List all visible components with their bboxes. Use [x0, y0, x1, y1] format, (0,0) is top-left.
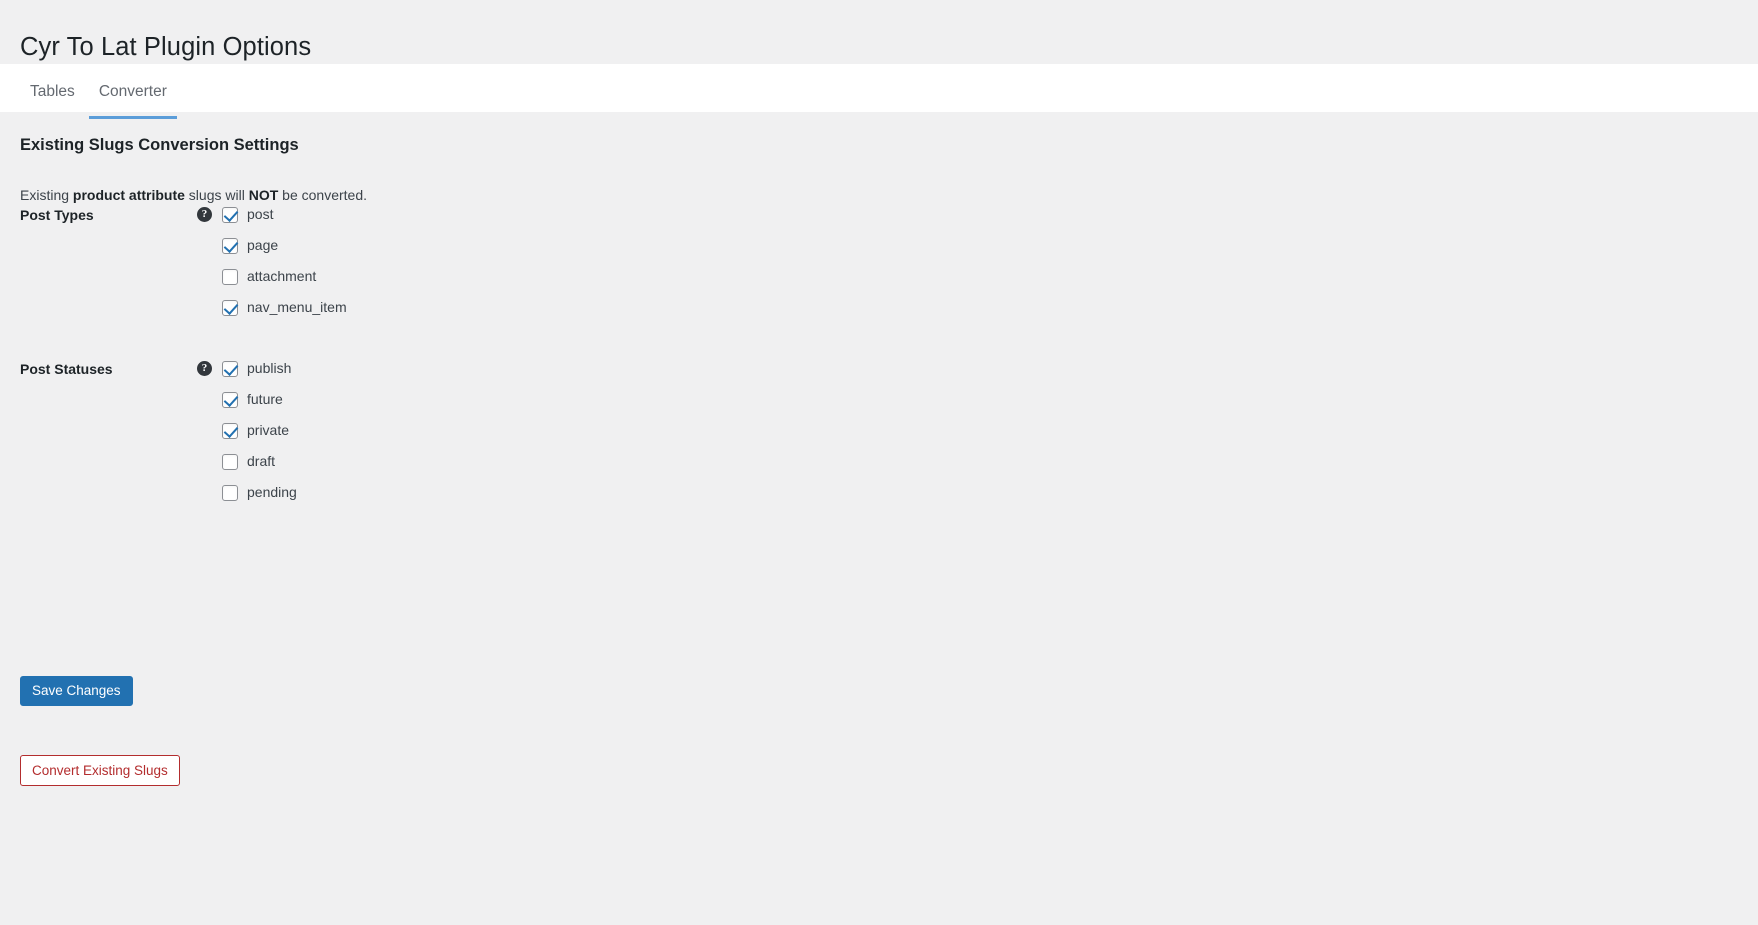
checkbox-attachment[interactable]: attachment	[222, 266, 347, 287]
checkbox-box-nav-menu-item[interactable]	[222, 299, 238, 316]
checkbox-box-post[interactable]	[222, 206, 238, 223]
field-group-post-types: ? post page attachment nav_menu_item	[197, 204, 347, 318]
save-changes-button[interactable]: Save Changes	[20, 676, 133, 706]
help-circle-icon-post-types[interactable]: ?	[197, 207, 212, 222]
checkbox-publish[interactable]: publish	[222, 358, 297, 379]
checkbox-box-private[interactable]	[222, 422, 238, 439]
checkbox-box-publish[interactable]	[222, 360, 238, 377]
checkbox-nav-menu-item[interactable]: nav_menu_item	[222, 297, 347, 318]
checkbox-private[interactable]: private	[222, 420, 297, 441]
checkbox-box-pending[interactable]	[222, 484, 238, 501]
tab-tables-label: Tables	[30, 83, 75, 100]
label-post-types: Post Types	[20, 207, 94, 223]
page-title: Cyr To Lat Plugin Options	[20, 33, 312, 62]
plugin-options-page: Cyr To Lat Plugin Options Tables Convert…	[0, 0, 1758, 925]
checkbox-label-post: post	[247, 206, 274, 223]
desc-part-3: be converted.	[278, 187, 368, 203]
field-group-post-statuses: ? publish future private draft pending	[197, 358, 297, 503]
checkbox-pending[interactable]: pending	[222, 482, 297, 503]
checkbox-page[interactable]: page	[222, 235, 347, 256]
checkbox-draft[interactable]: draft	[222, 451, 297, 472]
section-heading: Existing Slugs Conversion Settings	[20, 136, 299, 154]
checkbox-label-pending: pending	[247, 484, 297, 501]
label-post-statuses: Post Statuses	[20, 361, 113, 377]
checkbox-label-nav-menu-item: nav_menu_item	[247, 299, 347, 316]
checkbox-label-draft: draft	[247, 453, 276, 470]
checkbox-label-private: private	[247, 422, 290, 439]
checkbox-post[interactable]: post	[222, 204, 347, 225]
tab-converter-label: Converter	[98, 83, 167, 100]
checkbox-box-draft[interactable]	[222, 453, 238, 470]
tab-bar: Tables Converter	[0, 64, 1758, 119]
checkbox-label-attachment: attachment	[247, 268, 317, 285]
section-description: Existing product attribute slugs will NO…	[20, 186, 367, 206]
tab-converter[interactable]: Converter	[87, 64, 179, 119]
desc-bold-product-attribute: product attribute	[72, 187, 185, 203]
desc-bold-not: NOT	[248, 187, 279, 203]
checkbox-box-page[interactable]	[222, 237, 238, 254]
checkbox-label-future: future	[247, 391, 283, 408]
checkbox-box-future[interactable]	[222, 391, 238, 408]
checkbox-future[interactable]: future	[222, 389, 297, 410]
help-circle-icon-post-statuses[interactable]: ?	[197, 361, 212, 376]
tab-active-indicator	[88, 115, 177, 119]
convert-existing-slugs-button[interactable]: Convert Existing Slugs	[20, 755, 180, 786]
tab-tables[interactable]: Tables	[18, 64, 87, 119]
checkbox-label-publish: publish	[247, 360, 292, 377]
checkbox-label-page: page	[247, 237, 279, 254]
checkbox-box-attachment[interactable]	[222, 268, 238, 285]
desc-part-1: Existing	[20, 187, 73, 203]
desc-part-2: slugs will	[184, 187, 249, 203]
